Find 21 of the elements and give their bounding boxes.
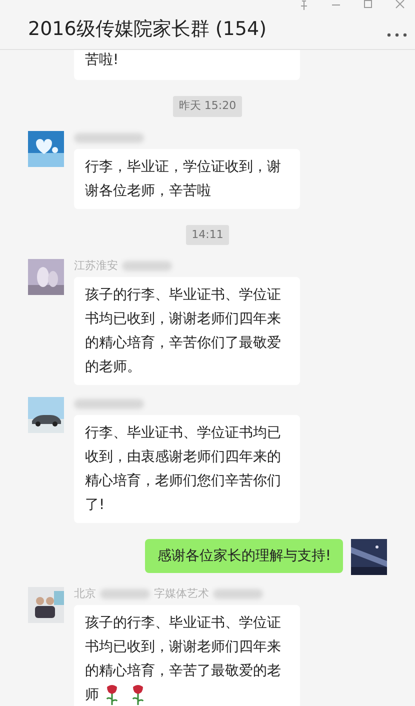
sender-name: 江苏淮安 [74, 258, 118, 274]
message-bubble: 苦啦! [74, 50, 300, 80]
pin-icon[interactable] [299, 0, 309, 10]
blurred-name [122, 261, 172, 271]
message-bubble: 行李、毕业证书、学位证书均已收到，由衷感谢老师们四年来的精心培育，老师们您们辛苦你们了! [74, 415, 300, 523]
message-bubble: 行李，毕业证，学位证收到，谢谢各位老师，辛苦啦 [74, 148, 300, 208]
sender-name: 北京 [74, 586, 96, 602]
sender-name: 字媒体艺术 [154, 586, 209, 602]
close-icon[interactable] [395, 0, 405, 10]
maximize-icon[interactable] [363, 0, 373, 10]
blurred-name [100, 589, 150, 599]
more-icon[interactable] [387, 33, 407, 37]
message-bubble: 孩子的行李、毕业证书、学位证书均已收到，谢谢老师们四年来的精心培育，辛苦了最敬爱的老师 [74, 605, 300, 706]
timestamp: 14:11 [186, 224, 230, 245]
message-bubble: 孩子的行李、毕业证书、学位证书均已收到，谢谢老师们四年来的精心培育，辛苦你们了最敬爱的老师。 [74, 277, 300, 385]
message-bubble: 感谢各位家长的理解与支持! [145, 539, 343, 573]
blurred-name [213, 589, 263, 599]
blurred-name [74, 132, 144, 142]
window-title: 2016级传媒院家长群 (154) [28, 20, 266, 39]
timestamp: 昨天 15:20 [172, 96, 242, 116]
blurred-name [74, 399, 144, 409]
